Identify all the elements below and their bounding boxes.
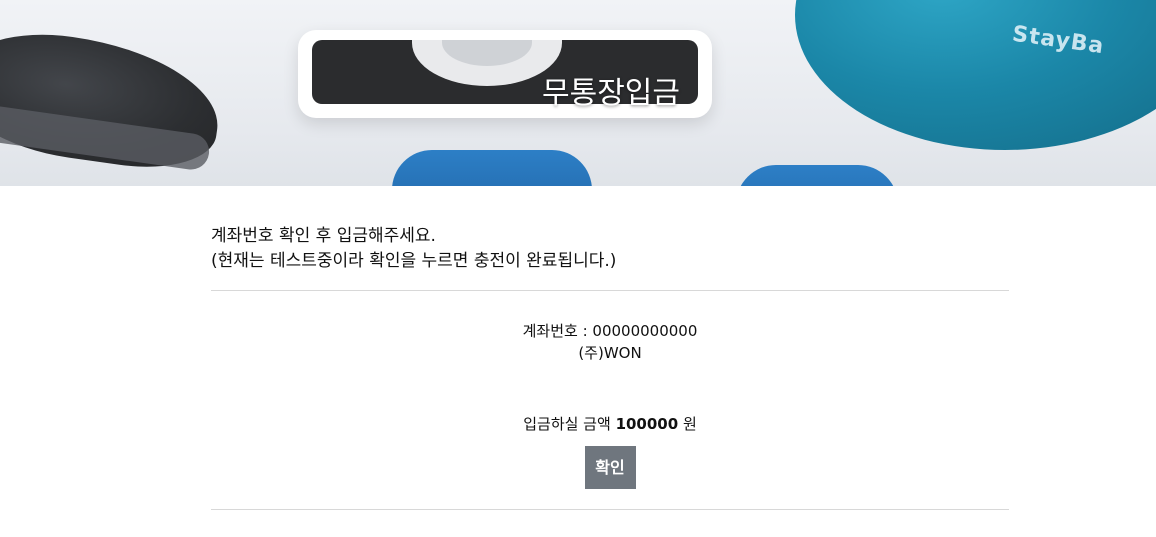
divider [211,509,1009,510]
account-info: 계좌번호 : 00000000000 (주)WON [211,320,1009,364]
deposit-content: 계좌번호 확인 후 입금해주세요. (현재는 테스트중이라 확인을 누르면 충전… [211,186,1009,510]
deposit-notice: 계좌번호 확인 후 입금해주세요. (현재는 테스트중이라 확인을 누르면 충전… [211,224,1009,274]
notice-line-1: 계좌번호 확인 후 입금해주세요. [211,226,436,246]
page-title: 무통장입금 [542,76,680,111]
account-number-label: 계좌번호 : [522,322,593,340]
divider [211,290,1009,291]
amount-value: 100000 [615,415,679,433]
account-number-row: 계좌번호 : 00000000000 [211,320,1009,342]
amount-unit: 원 [678,415,697,433]
dumbbell-image [736,165,898,186]
account-number: 00000000000 [592,322,698,340]
deposit-amount-row: 입금하실 금액 100000 원 [211,413,1009,434]
account-holder: (주)WON [578,344,642,362]
confirm-button[interactable]: 확인 [584,446,636,489]
hero-banner: StayBa 무통장입금 [0,0,1156,186]
confirm-button-wrap: 확인 [211,446,1009,489]
scale-dial-center [442,40,532,66]
dumbbell-image [392,150,592,186]
notice-line-2: (현재는 테스트중이라 확인을 누르면 충전이 완료됩니다.) [211,251,617,271]
amount-label: 입금하실 금액 [523,415,616,433]
